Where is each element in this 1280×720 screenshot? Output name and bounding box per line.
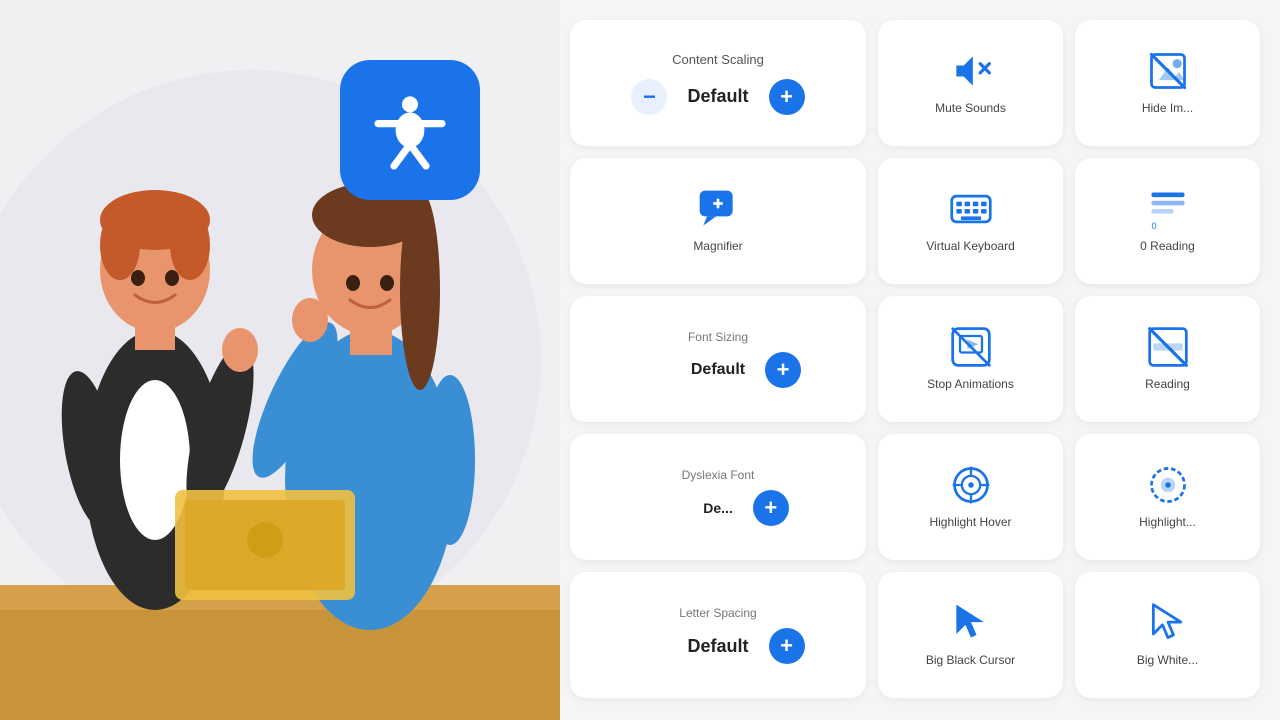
stop-anim-icon — [949, 325, 993, 369]
reading-label-1: 0 Reading — [1140, 239, 1195, 255]
highlight-focus-label: Highlight... — [1139, 515, 1196, 531]
dyslexia-card: Dyslexia Font De... + — [570, 434, 866, 560]
dyslexia-controls: De... + — [647, 490, 789, 526]
letter-spacing-title: Letter Spacing — [679, 606, 756, 620]
keyboard-svg — [949, 187, 993, 231]
magnifier-svg — [696, 187, 740, 231]
big-white-cursor-card[interactable]: Big White... — [1075, 572, 1260, 698]
white-cursor-svg — [1146, 601, 1190, 645]
font-sizing-increase[interactable]: + — [765, 352, 801, 388]
font-sizing-title-partial: izing — [723, 330, 748, 344]
reading-card-2[interactable]: Reading — [1075, 296, 1260, 422]
content-scaling-decrease[interactable]: − — [631, 79, 667, 115]
mute-sounds-card[interactable]: Mute Sounds — [878, 20, 1063, 146]
highlight-focus-icon — [1146, 463, 1190, 507]
stop-animations-label: Stop Animations — [927, 377, 1014, 393]
letter-spacing-increase[interactable]: + — [769, 628, 805, 664]
letter-spacing-controls: Default + — [631, 628, 804, 664]
highlight-hover-card[interactable]: Highlight Hover — [878, 434, 1063, 560]
letter-spacing-card: Letter Spacing Default + — [570, 572, 866, 698]
white-cursor-icon — [1146, 601, 1190, 645]
highlight-focus-card[interactable]: Highlight... — [1075, 434, 1260, 560]
highlight-hover-svg — [949, 463, 993, 507]
svg-text:0: 0 — [1151, 221, 1156, 231]
reading-card-1[interactable]: 0 0 Reading — [1075, 158, 1260, 284]
content-scaling-increase[interactable]: + — [769, 79, 805, 115]
big-white-cursor-label: Big White... — [1137, 653, 1198, 669]
magnifier-icon — [696, 187, 740, 231]
keyboard-icon — [949, 187, 993, 231]
highlight-hover-label: Highlight Hover — [929, 515, 1011, 531]
mute-sounds-label: Mute Sounds — [935, 101, 1006, 117]
font-sizing-card: Font Sizing Default + — [570, 296, 866, 422]
dyslexia-title: Dyslexia Font — [682, 468, 755, 482]
dyslexia-increase[interactable]: + — [753, 490, 789, 526]
font-sizing-controls: Default + — [635, 352, 801, 388]
reading-icon: 0 — [1146, 187, 1190, 231]
highlight-focus-svg — [1146, 463, 1190, 507]
virtual-keyboard-card[interactable]: Virtual Keyboard — [878, 158, 1063, 284]
scaling-controls: − Default + — [631, 79, 804, 115]
dyslexia-value: De... — [703, 500, 733, 516]
reading-mask-icon — [1146, 325, 1190, 369]
content-scaling-card: Content Scaling − Default + — [570, 20, 866, 146]
mute-svg — [949, 49, 993, 93]
mute-icon — [949, 49, 993, 93]
stop-animations-card[interactable]: Stop Animations — [878, 296, 1063, 422]
hide-images-icon — [1146, 49, 1190, 93]
big-black-cursor-label: Big Black Cursor — [926, 653, 1015, 669]
black-cursor-svg — [949, 601, 993, 645]
big-black-cursor-card[interactable]: Big Black Cursor — [878, 572, 1063, 698]
accessibility-icon-widget[interactable] — [340, 60, 480, 200]
reading-label-2: Reading — [1145, 377, 1190, 393]
highlight-hover-icon — [949, 463, 993, 507]
content-scaling-title: Content Scaling — [672, 52, 764, 67]
hide-images-svg — [1146, 49, 1190, 93]
reading-svg: 0 — [1146, 187, 1190, 231]
hide-images-label: Hide Im... — [1142, 101, 1193, 117]
widget-panel: Content Scaling − Default + Mute Sounds — [560, 0, 1280, 720]
magnifier-label: Magnifier — [693, 239, 742, 255]
reading-mask-svg — [1146, 325, 1190, 369]
font-sizing-value: Default — [691, 361, 745, 379]
virtual-keyboard-label: Virtual Keyboard — [926, 239, 1015, 255]
magnifier-card[interactable]: Magnifier — [570, 158, 866, 284]
font-sizing-title: Font Sizing — [688, 330, 748, 344]
letter-spacing-value: Default — [687, 636, 748, 657]
black-cursor-icon — [949, 601, 993, 645]
illustration-area — [0, 0, 560, 720]
stop-anim-svg — [949, 325, 993, 369]
accessibility-figure-icon — [370, 90, 450, 170]
content-scaling-value: Default — [687, 86, 748, 107]
hide-images-card[interactable]: Hide Im... — [1075, 20, 1260, 146]
